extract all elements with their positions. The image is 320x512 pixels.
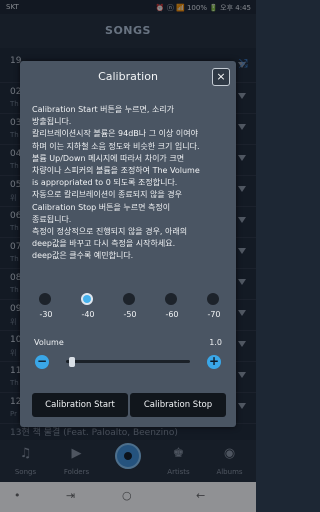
description-line: deep값을 바꾸고 다시 측정을 시작하세요. bbox=[32, 239, 176, 249]
description-line: 방출됩니다. bbox=[32, 117, 72, 127]
volume-slider-thumb[interactable] bbox=[69, 357, 76, 367]
depth-radio-group: -30 -40 -50 -60 -70 bbox=[32, 293, 228, 323]
description-line: is appropriated to 0 되도록 조정합니다. bbox=[32, 178, 178, 188]
close-button[interactable]: × bbox=[212, 68, 230, 86]
description-line: 종료됩니다. bbox=[32, 214, 72, 224]
radio-dot-icon[interactable] bbox=[39, 293, 51, 305]
volume-up-button[interactable]: + bbox=[207, 355, 221, 369]
description-line: 칼리브레이션시작 볼륨은 94dB나 그 이상 이여야 bbox=[32, 129, 198, 139]
radio-dot-icon[interactable] bbox=[207, 293, 219, 305]
calibration-start-button[interactable]: Calibration Start bbox=[32, 393, 128, 417]
radio-label: -40 bbox=[81, 310, 95, 319]
radio-label: -70 bbox=[207, 310, 221, 319]
volume-down-button[interactable]: − bbox=[35, 355, 49, 369]
dialog-description: Calibration Start 버튼을 누르면, 소리가방출됩니다. 칼리브레… bbox=[32, 104, 228, 263]
volume-label: Volume bbox=[34, 338, 64, 347]
radio-label: -30 bbox=[39, 310, 53, 319]
description-line: 자동으로 칼리브레이션이 종료되지 않을 경우 bbox=[32, 190, 183, 200]
radio-dot-icon[interactable] bbox=[123, 293, 135, 305]
description-line: deep값은 클수록 예민합니다. bbox=[32, 251, 134, 261]
radio-label: -60 bbox=[165, 310, 179, 319]
dialog-title: Calibration bbox=[98, 70, 158, 83]
volume-value: 1.0 bbox=[209, 338, 222, 347]
volume-slider-track[interactable] bbox=[66, 360, 190, 363]
radio-dot-icon[interactable] bbox=[81, 293, 93, 305]
description-line: 볼륨 Up/Down 메시지에 따라서 차이가 크면 bbox=[32, 153, 185, 163]
description-line: Calibration Start 버튼을 누르면, 소리가 bbox=[32, 105, 175, 114]
calibration-stop-button[interactable]: Calibration Stop bbox=[130, 393, 226, 417]
radio-label: -50 bbox=[123, 310, 137, 319]
description-line: Calibration Stop 버튼을 누르면 측정이 bbox=[32, 202, 171, 212]
description-line: 차량이나 스피커의 볼륨을 조정하여 The Volume bbox=[32, 166, 200, 176]
dialog-header: Calibration × bbox=[20, 61, 236, 91]
radio-dot-icon[interactable] bbox=[165, 293, 177, 305]
description-line: 측정이 정상적으로 진행되지 않을 경우, 아래의 bbox=[32, 227, 188, 237]
calibration-dialog: Calibration × Calibration Start 버튼을 누르면,… bbox=[20, 61, 236, 427]
description-line: 하며 이는 지하철 소음 정도와 비슷한 크기 입니다. bbox=[32, 141, 200, 151]
